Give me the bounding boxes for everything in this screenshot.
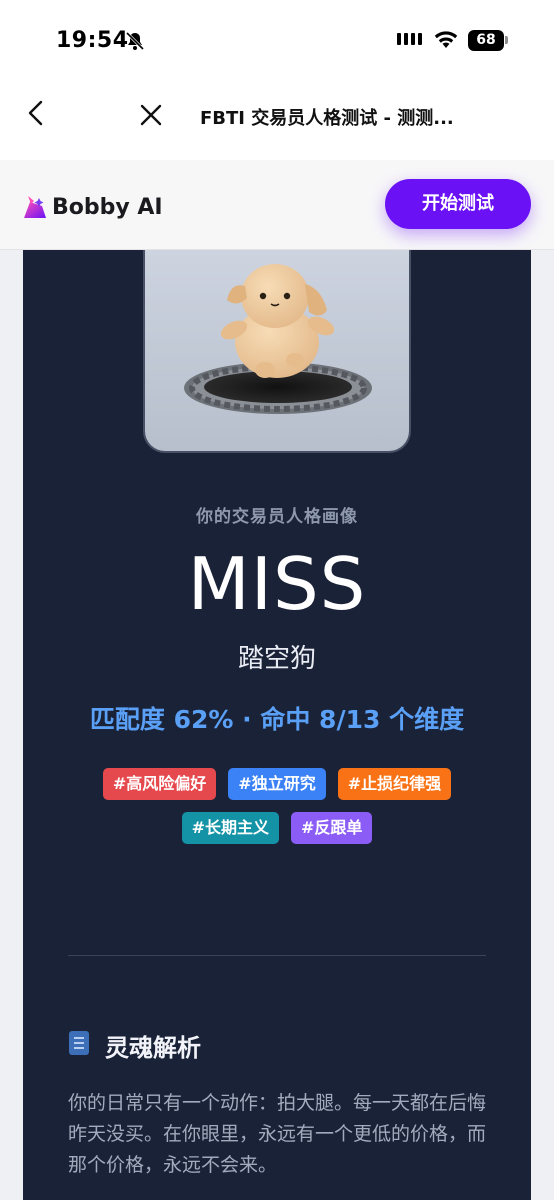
match-summary: 匹配度 62% · 命中 8/13 个维度 (89, 705, 465, 734)
personality-type-name: 踏空狗 (237, 644, 316, 674)
mascot-image (143, 250, 411, 453)
page-title: FBTI 交易员人格测试 - 测测... (200, 108, 454, 129)
status-bar: 19:54 68 (0, 0, 554, 82)
trait-tag: #高风险偏好 (102, 768, 217, 800)
trait-tag: #长期主义 (181, 812, 279, 844)
trait-tag: #反跟单 (291, 812, 373, 844)
soul-analysis-text: 你的日常只有一个动作：拍大腿。每一天都在后悔昨天没买。在你眼里，永远有一个更低的… (68, 1092, 487, 1176)
result-subtitle: 你的交易员人格画像 (196, 507, 358, 527)
wifi-icon (434, 31, 458, 48)
section-title: 灵魂解析 (105, 1034, 201, 1062)
trait-tag: #独立研究 (228, 768, 326, 800)
site-header: Bobby AI 开始测试 (0, 160, 554, 250)
trait-tags: #高风险偏好 #独立研究 #止损纪律强 #长期主义 #反跟单 (23, 768, 531, 844)
close-icon[interactable] (136, 100, 166, 130)
bell-muted-icon (125, 31, 145, 51)
battery-indicator: 68 (468, 30, 504, 51)
status-time: 19:54 (56, 28, 129, 53)
personality-type-code: MISS (187, 542, 367, 626)
bobby-logo-icon (24, 196, 46, 218)
mascot-illustration (184, 264, 372, 414)
result-card: 你的交易员人格画像 MISS 踏空狗 匹配度 62% · 命中 8/13 个维度… (23, 250, 531, 1200)
back-chevron-icon[interactable] (22, 98, 52, 128)
brand-logo-link[interactable]: Bobby AI (22, 192, 163, 222)
document-icon (69, 1031, 89, 1055)
cellular-signal-icon (397, 33, 422, 45)
battery-tip (505, 36, 508, 44)
browser-nav-bar: FBTI 交易员人格测试 - 测测... (0, 82, 554, 160)
trait-tag: #止损纪律强 (337, 768, 452, 800)
brand-name: Bobby AI (52, 194, 163, 220)
section-divider (68, 955, 486, 956)
start-test-button[interactable]: 开始测试 (385, 179, 531, 229)
